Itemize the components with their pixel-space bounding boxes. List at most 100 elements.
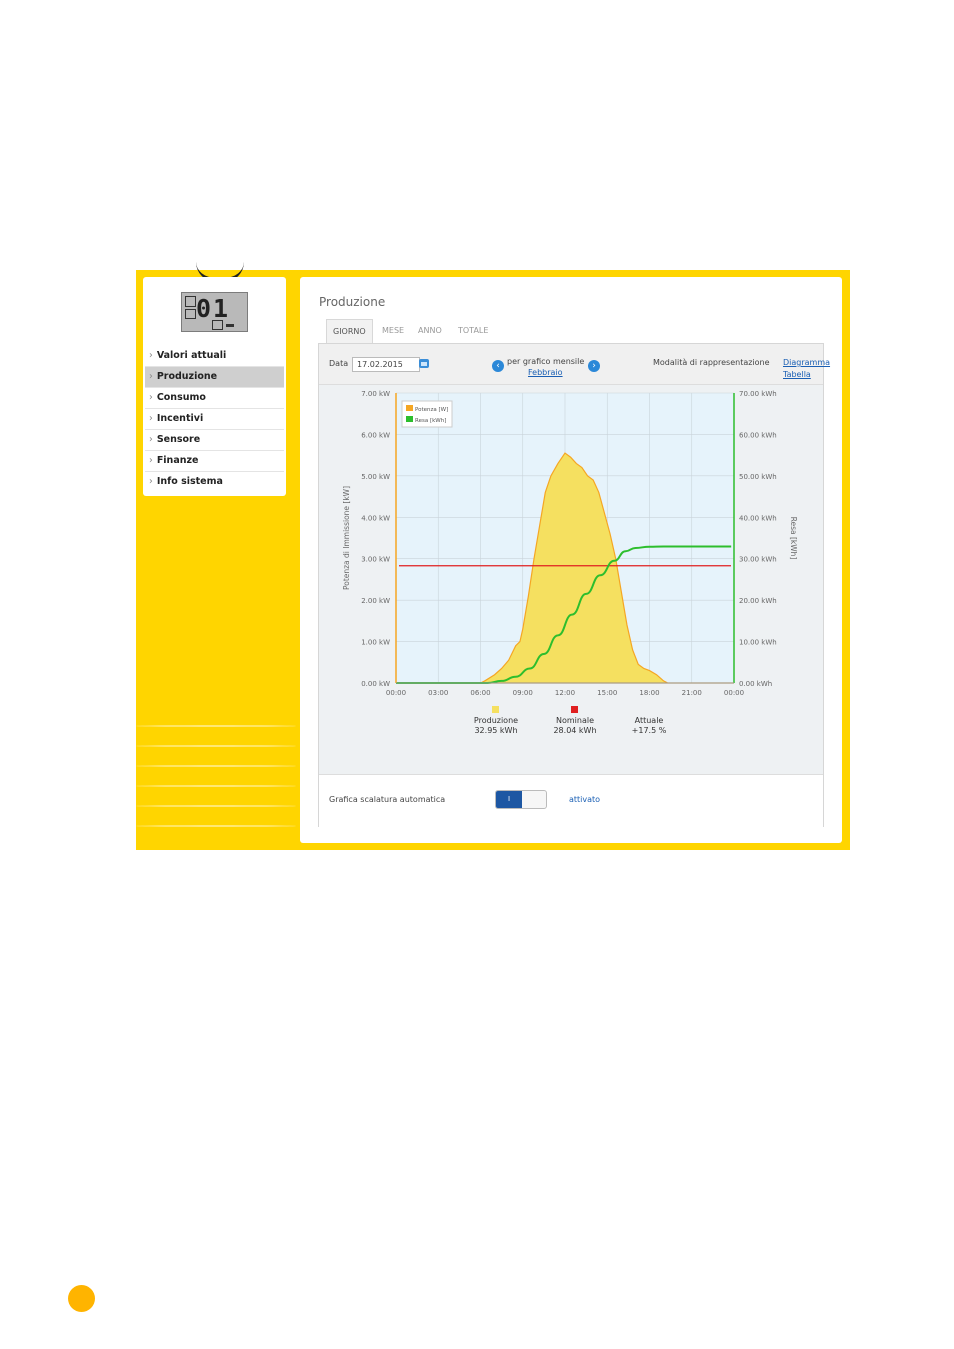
date-field[interactable]: 17.02.2015 [352,357,420,372]
summary: Produzione 32.95 kWh Nominale 28.04 kWh … [474,706,667,735]
chevron-right-icon: › [149,392,153,403]
y-tick-label: 1.00 kW [361,639,390,647]
summary-label-nominale: Nominale [556,716,594,725]
decorative-wave [136,725,296,727]
tab-giorno[interactable]: GIORNO [326,319,373,344]
legend: Potenza [W] Resa [kWh] [401,400,453,428]
sidebar-item-label: Finanze [156,455,199,466]
x-tick-label: 21:00 [682,689,702,697]
summary-label-produzione: Produzione [474,716,518,725]
sidebar-menu: › Valori attuali › Produzione › Consumo › In… [145,346,284,492]
tab-mese[interactable]: MESE [382,319,404,343]
x-tick-label: 06:00 [470,689,490,697]
y-tick-label: 0.00 kW [361,680,390,688]
decorative-wave [136,765,296,767]
page-marker-dot [68,1285,95,1312]
sidebar-item-label: Info sistema [156,476,223,487]
y2-axis-title: Resa [kWh] [789,517,798,560]
chevron-right-icon: › [149,455,153,466]
tab-totale[interactable]: TOTALE [458,319,488,343]
autoscale-bar: Grafica scalatura automatica I attivato [319,774,823,827]
sidebar-item-finanze[interactable]: › Finanze [145,451,284,472]
toggle-on-indicator: I [496,791,522,808]
sidebar-item-info-sistema[interactable]: › Info sistema [145,472,284,492]
legend-swatch-potenza [406,405,413,411]
summary-value-nominale: 28.04 kWh [553,726,596,735]
sidebar-item-label: Valori attuali [156,350,227,361]
y-tick-label: 3.00 kW [361,556,390,564]
sidebar-item-incentivi[interactable]: › Incentivi [145,409,284,430]
chart-container: 00:00 03:00 06:00 09:00 12:00 15:00 18:00 21:00… [319,385,823,774]
lcd-segment-icon [212,320,223,330]
sidebar-item-label: Sensore [156,434,201,445]
y2-tick-label: 40.00 kWh [739,514,777,522]
y2-tick-label: 10.00 kWh [739,639,777,647]
display-mode-label: Modalità di rappresentazione [653,358,770,367]
sidebar-item-valori-attuali[interactable]: › Valori attuali [145,346,284,367]
x-tick-label: 12:00 [555,689,575,697]
tab-anno[interactable]: ANNO [418,319,442,343]
sidebar-item-label: Incentivi [156,413,204,424]
date-toolbar: Data 17.02.2015 ‹ per grafico mensile › … [319,344,830,385]
y2-tick-label: 0.00 kWh [739,680,772,688]
x-tick-label: 09:00 [513,689,533,697]
month-link[interactable]: Febbraio [528,368,563,377]
y-tick-label: 6.00 kW [361,431,390,439]
calendar-icon[interactable] [419,359,429,368]
sidebar-item-label: Produzione [156,371,218,382]
autoscale-label: Grafica scalatura automatica [329,795,446,804]
summary-swatch-produzione [492,706,499,713]
legend-label-potenza: Potenza [W] [415,407,448,413]
y-tick-label: 4.00 kW [361,514,390,522]
decorative-wave [136,805,296,807]
sidebar-item-produzione[interactable]: › Produzione [145,367,284,388]
legend-label-resa: Resa [kWh] [415,418,446,424]
main-panel: Produzione GIORNO MESE ANNO TOTALE Data … [300,277,842,843]
chevron-right-icon: › [149,413,153,424]
chevron-right-icon: › [149,434,153,445]
content-box: Data 17.02.2015 ‹ per grafico mensile › … [318,343,830,827]
sidebar-item-sensore[interactable]: › Sensore [145,430,284,451]
lcd-segment-icon [185,296,196,307]
lcd-segment-icon [226,324,234,327]
x-tick-label: 15:00 [597,689,617,697]
y2-tick-label: 30.00 kWh [739,556,777,564]
page-title: Produzione [319,295,386,309]
table-link[interactable]: Tabella [783,370,811,379]
y2-tick-label: 70.00 kWh [739,390,777,398]
chevron-right-icon: › [149,371,153,382]
summary-value-attuale: +17.5 % [632,726,667,735]
y2-tick-label: 20.00 kWh [739,597,777,605]
x-tick-label: 03:00 [428,689,448,697]
legend-swatch-resa [406,416,413,422]
chevron-right-icon: › [149,350,153,361]
chevron-right-icon: › [149,476,153,487]
autoscale-toggle[interactable]: I [495,790,547,809]
y-axis-title: Potenza di Immissione [kW] [342,486,351,590]
autoscale-status: attivato [569,795,601,804]
lcd-digits: 01 [196,294,231,323]
lcd-display: 01 [181,292,248,332]
y-tick-label: 7.00 kW [361,390,390,398]
summary-swatch-nominale [571,706,578,713]
x-tick-label: 18:00 [639,689,659,697]
y-tick-label: 2.00 kW [361,597,390,605]
decorative-wave [136,825,296,827]
summary-value-produzione: 32.95 kWh [474,726,517,735]
y-tick-label: 5.00 kW [361,473,390,481]
y2-tick-label: 60.00 kWh [739,431,777,439]
diagram-link[interactable]: Diagramma [783,358,830,367]
decorative-wave [136,745,296,747]
sidebar-item-consumo[interactable]: › Consumo [145,388,284,409]
next-arrow-icon[interactable]: › [588,360,600,372]
y2-tick-label: 50.00 kWh [739,473,777,481]
date-label: Data [329,359,349,368]
previous-arrow-icon[interactable]: ‹ [492,360,504,372]
x-tick-label: 00:00 [386,689,406,697]
x-tick-label: 00:00 [724,689,744,697]
sidebar: 01 › Valori attuali › Produzione › Consumo … [143,277,286,496]
lcd-segment-icon [185,309,196,319]
sidebar-item-label: Consumo [156,392,206,403]
decorative-wave [136,785,296,787]
production-chart: 00:00 03:00 06:00 09:00 12:00 15:00 18:00 21:00… [342,390,798,735]
